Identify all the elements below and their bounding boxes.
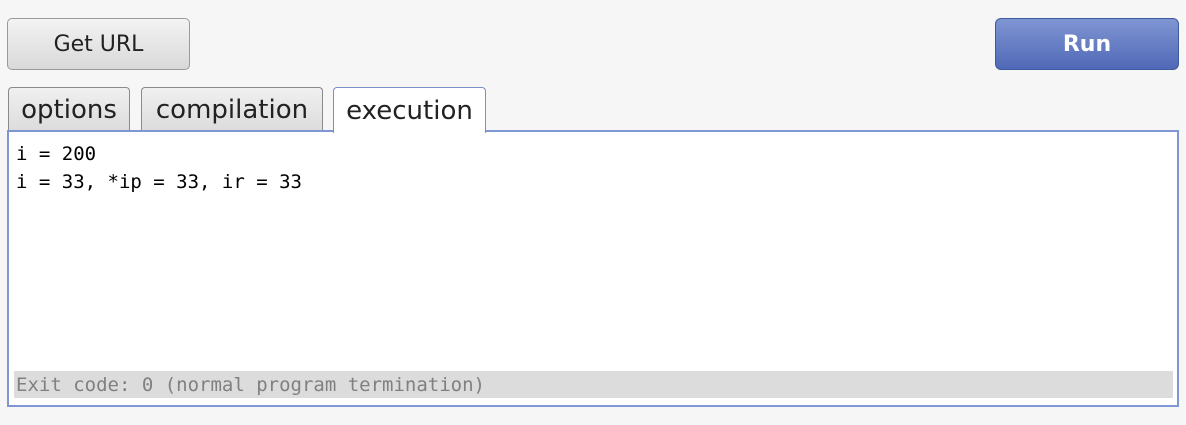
run-button[interactable]: Run — [995, 18, 1179, 70]
get-url-button[interactable]: Get URL — [7, 18, 190, 70]
tab-options[interactable]: options — [8, 87, 130, 131]
exit-code-bar: Exit code: 0 (normal program termination… — [14, 371, 1173, 398]
tab-execution[interactable]: execution — [333, 87, 486, 133]
program-output: i = 200 i = 33, *ip = 33, ir = 33 — [16, 140, 302, 196]
tab-compilation[interactable]: compilation — [141, 87, 323, 131]
output-line: i = 33, *ip = 33, ir = 33 — [16, 171, 302, 193]
execution-output-panel[interactable]: i = 200 i = 33, *ip = 33, ir = 33 Exit co… — [7, 130, 1179, 407]
output-line: i = 200 — [16, 143, 97, 165]
